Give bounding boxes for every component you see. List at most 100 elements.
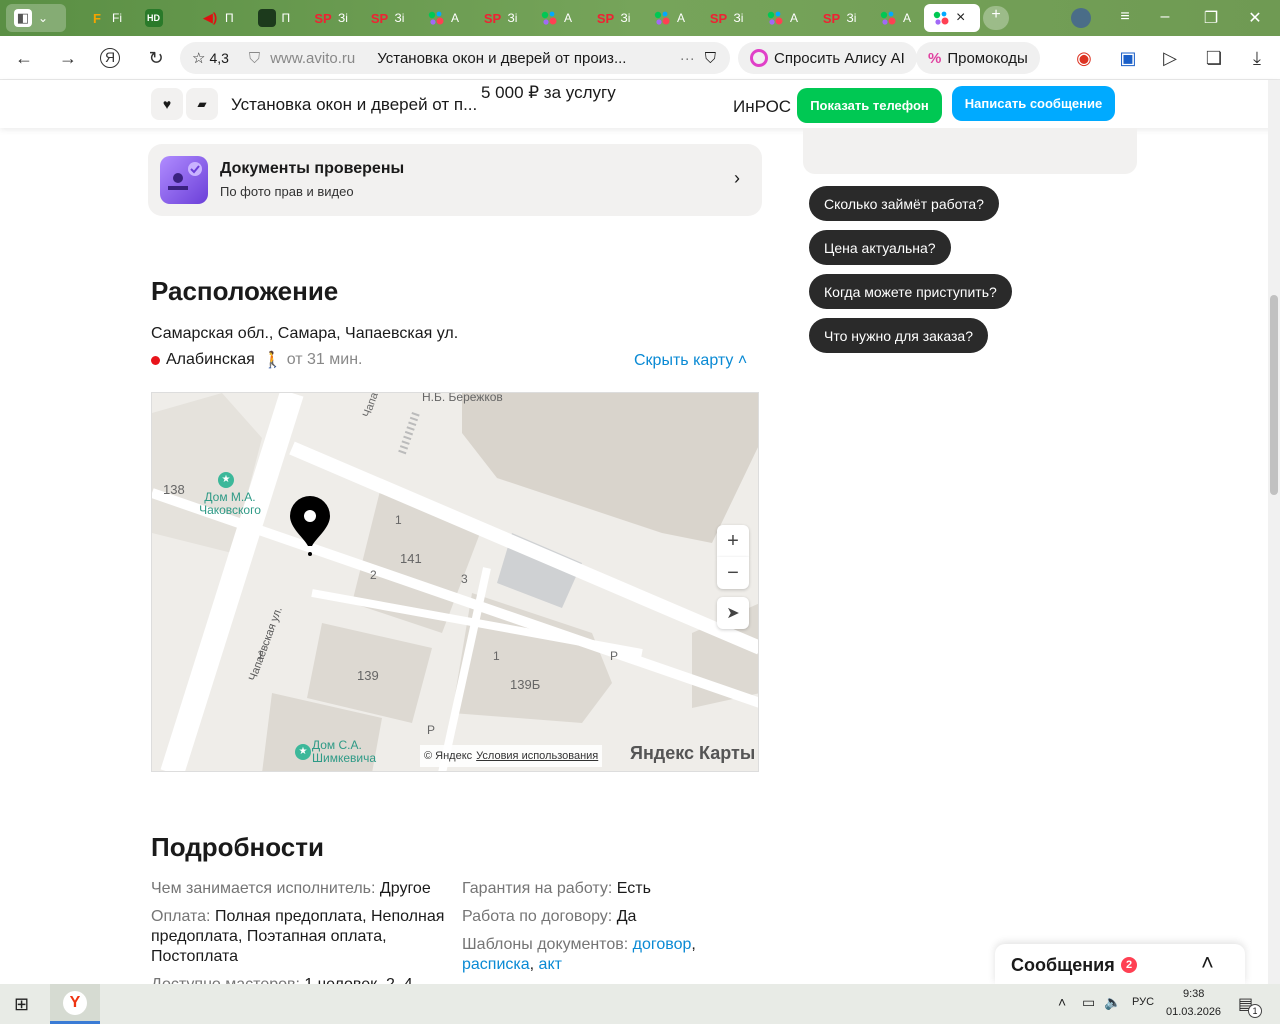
map[interactable]: Н.Б. Бережков Чапа Чапаевская ул. 138 14…	[151, 392, 759, 772]
template-link-act[interactable]: акт	[539, 956, 562, 973]
map-terms-link[interactable]: Условия использования	[476, 750, 598, 762]
tab-close-icon[interactable]: ×	[956, 9, 965, 27]
map-entrance-label: 1	[493, 649, 500, 663]
favorite-heart-icon[interactable]: ♥	[151, 88, 183, 120]
extension-shield-icon[interactable]: ◉	[1072, 46, 1096, 70]
more-icon[interactable]: ···	[680, 50, 695, 67]
browser-tab[interactable]: SP Зі	[702, 4, 754, 32]
browser-tab[interactable]: А	[419, 4, 471, 32]
browser-tab[interactable]: HD	[137, 4, 189, 32]
url-field[interactable]: ☆ 4,3 ⛉ www.avito.ru Установка окон и дв…	[180, 42, 730, 74]
chevron-right-icon: ›	[734, 168, 740, 188]
detail-item: Шаблоны документов: договор, расписка, а…	[462, 936, 696, 973]
avito-icon	[653, 9, 671, 27]
language-indicator[interactable]: РУС	[1132, 996, 1154, 1008]
messages-title: Сообщения	[1011, 955, 1115, 975]
download-icon[interactable]: ⤓	[1245, 46, 1269, 70]
quick-question-chip[interactable]: Цена актуальна?	[809, 230, 951, 265]
quick-question-chip[interactable]: Что нужно для заказа?	[809, 318, 988, 353]
verified-docs-icon	[160, 156, 208, 204]
template-link-receipt[interactable]: расписка	[462, 956, 530, 973]
messages-panel[interactable]: Сообщения 2 ˄	[995, 944, 1245, 984]
browser-tab[interactable]: SP Зі	[815, 4, 867, 32]
url-domain: www.avito.ru	[270, 49, 356, 67]
quick-question-chip[interactable]: Сколько займёт работа?	[809, 186, 999, 221]
browser-tab[interactable]: SP Зі	[306, 4, 358, 32]
browser-tab[interactable]: F Fi	[80, 4, 132, 32]
network-icon[interactable]: ▭	[1082, 994, 1095, 1011]
bookmark-icon[interactable]: ⛉	[705, 50, 716, 67]
menu-icon[interactable]: ≡	[1110, 8, 1140, 26]
parking-icon: P	[610, 649, 619, 663]
browser-tab[interactable]: П	[250, 4, 302, 32]
taskbar-yandex-browser[interactable]: Y	[50, 984, 100, 1024]
browser-tab[interactable]: А	[645, 4, 697, 32]
back-icon[interactable]: ←	[12, 46, 36, 70]
chevron-down-icon[interactable]: ⌄	[38, 11, 48, 25]
tab-label: Fi	[112, 11, 122, 25]
percent-icon: %	[928, 49, 942, 67]
show-phone-button[interactable]: Показать телефон	[797, 88, 942, 123]
tab-label: А	[790, 11, 799, 25]
browser-tab[interactable]: А	[532, 4, 584, 32]
tab-label: Зі	[507, 11, 518, 25]
detail-item: Доступно мастеров: 1 человек, 2–4	[151, 975, 451, 984]
forward-icon[interactable]: →	[56, 46, 80, 70]
template-link-contract[interactable]: договор	[633, 936, 692, 953]
tab-active[interactable]: ×	[924, 4, 980, 32]
video-icon[interactable]: ▷	[1158, 46, 1182, 70]
clock-time[interactable]: 9:38	[1183, 988, 1204, 1000]
reload-icon[interactable]: ↻	[144, 46, 168, 70]
browser-tab[interactable]: SP Зі	[476, 4, 528, 32]
tab-label: Зі	[338, 11, 348, 25]
documents-verified-card[interactable]: Документы проверены По фото прав и видео…	[148, 144, 762, 216]
restore-icon[interactable]: ❐	[1196, 8, 1226, 28]
browser-tab[interactable]: SP Зі	[363, 4, 415, 32]
map-landmark-1[interactable]: Дом М.А. Чаковского	[190, 491, 270, 517]
avito-icon	[540, 9, 558, 27]
sp-icon: SP	[822, 10, 841, 26]
browser-tab-bar: ◧ ⌄ F Fi HD ◀) П П SP Зі SP Зі А SP Зі А SP Зі А SP Зі А SP З…	[0, 0, 1280, 36]
browser-tab[interactable]: ◀) П	[193, 4, 245, 32]
map-entrance-label: 3	[461, 572, 468, 586]
windows-start-icon[interactable]: ⊞	[14, 994, 29, 1015]
tray-chevron-icon[interactable]: ˄	[1058, 994, 1066, 1010]
detail-label: Работа по договору:	[462, 908, 613, 925]
yandex-icon[interactable]: Я	[100, 48, 120, 68]
chevron-up-icon[interactable]: ˄	[1201, 950, 1214, 976]
write-message-button[interactable]: Написать сообщение	[952, 86, 1115, 121]
landmark-star-icon: ★	[295, 744, 311, 760]
tab-label: Зі	[620, 11, 631, 25]
collections-icon[interactable]: ❏	[1202, 46, 1226, 70]
detail-label: Шаблоны документов:	[462, 936, 629, 953]
zoom-out-button[interactable]: −	[717, 557, 749, 589]
yandex-maps-logo[interactable]: Яндекс Карты	[630, 743, 755, 764]
hide-map-link[interactable]: Скрыть карту ˄	[634, 352, 747, 370]
scrollbar-thumb[interactable]	[1270, 295, 1278, 495]
alice-button[interactable]: Спросить Алису AI	[738, 42, 917, 74]
note-icon[interactable]: ▰	[186, 88, 218, 120]
map-landmark-2[interactable]: Дом С.А. Шимкевича	[312, 739, 387, 765]
address-text: Самарская обл., Самара, Чапаевская ул.	[151, 325, 459, 342]
zoom-in-button[interactable]: +	[717, 525, 749, 557]
browser-tab[interactable]: А	[758, 4, 810, 32]
seller-name[interactable]: ИнРОС	[733, 97, 791, 117]
extension-translate-icon[interactable]: ▣	[1116, 46, 1140, 70]
browser-tab[interactable]: А	[871, 4, 923, 32]
page-scrollbar[interactable]	[1268, 80, 1280, 984]
minimize-icon[interactable]: –	[1150, 8, 1180, 26]
clock-date[interactable]: 01.03.2026	[1166, 1006, 1221, 1018]
promo-button[interactable]: % Промокоды	[916, 42, 1040, 74]
close-window-icon[interactable]: ✕	[1240, 8, 1270, 28]
profile-icon[interactable]	[1066, 8, 1096, 33]
sticky-price: 5 000 ₽ за услугу	[481, 83, 616, 102]
quick-question-chip[interactable]: Когда можете приступить?	[809, 274, 1012, 309]
detail-label: Оплата:	[151, 908, 211, 925]
volume-icon[interactable]: 🔈	[1104, 994, 1121, 1011]
map-canvas	[152, 393, 758, 771]
tab-pin-group[interactable]: ◧ ⌄	[6, 4, 66, 32]
geolocate-icon[interactable]: ➤	[717, 597, 749, 629]
new-tab-button[interactable]: +	[983, 6, 1009, 30]
browser-tab[interactable]: SP Зі	[589, 4, 641, 32]
tab-label: Зі	[846, 11, 857, 25]
